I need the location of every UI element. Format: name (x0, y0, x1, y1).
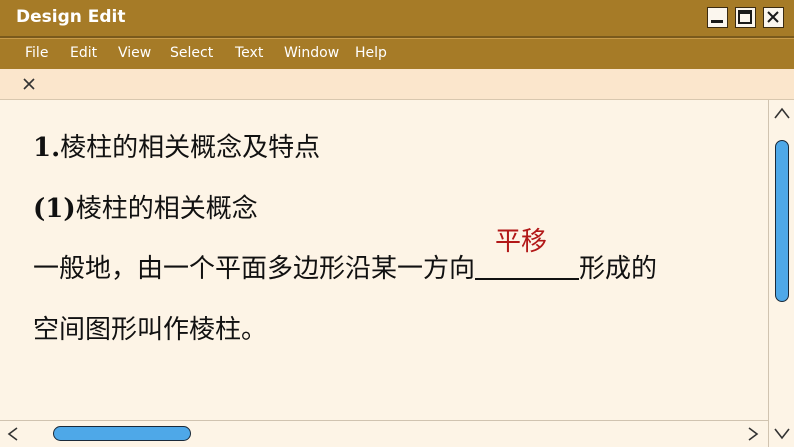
paragraph-line-2: 空间图形叫作棱柱。 (33, 309, 267, 346)
horizontal-scroll-thumb[interactable] (53, 426, 191, 441)
menu-edit[interactable]: Edit (70, 45, 97, 61)
menu-window[interactable]: Window (284, 45, 339, 61)
vertical-scrollbar[interactable] (768, 100, 794, 447)
paragraph-text-before-blank: 一般地，由一个平面多边形沿某一方向 (33, 254, 476, 284)
minimize-icon (711, 20, 723, 23)
menu-help[interactable]: Help (355, 45, 387, 61)
blank-answer: 平移 (495, 227, 548, 257)
close-tab-button[interactable] (20, 75, 38, 93)
maximize-button[interactable] (735, 7, 756, 28)
chevron-right-icon[interactable] (746, 426, 760, 442)
minimize-button[interactable] (707, 7, 728, 28)
paragraph-line-1: 一般地，由一个平面多边形沿某一方向 平移形成的 (33, 227, 658, 285)
subheading-number: (1) (33, 194, 76, 224)
menu-file[interactable]: File (25, 45, 48, 61)
document-area[interactable]: 1.棱柱的相关概念及特点 (1)棱柱的相关概念 一般地，由一个平面多边形沿某一方… (0, 100, 768, 420)
subheading-text: 棱柱的相关概念 (75, 194, 258, 224)
menu-bar: File Edit View Select Text Window Help (0, 38, 794, 69)
close-icon (767, 11, 779, 23)
chevron-left-icon[interactable] (6, 426, 20, 442)
menu-select[interactable]: Select (170, 45, 213, 61)
title-bar: Design Edit (0, 0, 794, 38)
maximize-icon (738, 10, 752, 24)
vertical-scroll-thumb[interactable] (775, 140, 789, 302)
tab-bar (0, 69, 794, 100)
heading-number: 1. (33, 133, 61, 163)
close-button[interactable] (763, 7, 784, 28)
menu-view[interactable]: View (118, 45, 151, 61)
paragraph-text-line-2: 空间图形叫作棱柱。 (33, 315, 268, 345)
blank-underline (475, 278, 580, 280)
menu-text[interactable]: Text (235, 45, 263, 61)
heading-text: 棱柱的相关概念及特点 (60, 133, 321, 163)
horizontal-scrollbar[interactable] (0, 420, 768, 447)
chevron-up-icon[interactable] (773, 106, 791, 120)
subsection-heading: (1)棱柱的相关概念 (33, 188, 258, 225)
fill-in-blank: 平移 (475, 227, 580, 280)
close-icon (23, 78, 35, 90)
chevron-down-icon[interactable] (773, 426, 791, 440)
section-heading: 1.棱柱的相关概念及特点 (33, 127, 320, 164)
paragraph-text-after-blank: 形成的 (579, 254, 658, 284)
window-title: Design Edit (16, 7, 126, 27)
